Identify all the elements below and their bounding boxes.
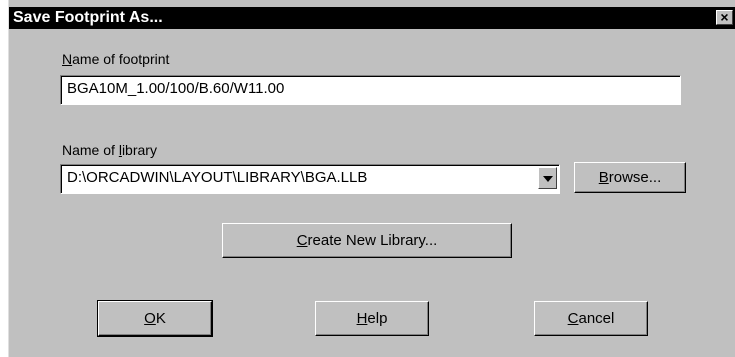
footprint-name-input[interactable]: BGA10M_1.00/100/B.60/W11.00 xyxy=(60,75,681,105)
ok-button-label: OK xyxy=(144,310,166,327)
close-button[interactable]: × xyxy=(716,10,733,25)
cancel-button[interactable]: Cancel xyxy=(534,301,648,336)
close-icon: × xyxy=(720,9,729,25)
dialog-title: Save Footprint As... xyxy=(13,9,163,26)
create-new-library-button[interactable]: Create New Library... xyxy=(222,223,512,258)
browse-button-label: Browse... xyxy=(598,169,662,186)
help-button[interactable]: Help xyxy=(315,301,429,336)
library-name-combobox[interactable]: D:\ORCADWIN\LAYOUT\LIBRARY\BGA.LLB xyxy=(60,164,560,194)
footprint-name-value: BGA10M_1.00/100/B.60/W11.00 xyxy=(67,80,285,97)
chevron-down-icon xyxy=(543,176,553,182)
save-footprint-dialog: Save Footprint As... × Name of footprint… xyxy=(8,0,735,357)
browse-button[interactable]: Browse... xyxy=(574,162,686,193)
help-button-label: Help xyxy=(356,310,388,327)
library-dropdown-button[interactable] xyxy=(538,167,557,189)
library-name-value: D:\ORCADWIN\LAYOUT\LIBRARY\BGA.LLB xyxy=(67,169,368,186)
footprint-name-label: Name of footprint xyxy=(62,51,170,67)
title-bar[interactable]: Save Footprint As... × xyxy=(9,7,735,29)
create-new-library-label: Create New Library... xyxy=(296,232,438,249)
ok-button[interactable]: OK xyxy=(97,300,213,337)
cancel-button-label: Cancel xyxy=(567,310,615,327)
library-name-label: Name of library xyxy=(62,142,157,158)
